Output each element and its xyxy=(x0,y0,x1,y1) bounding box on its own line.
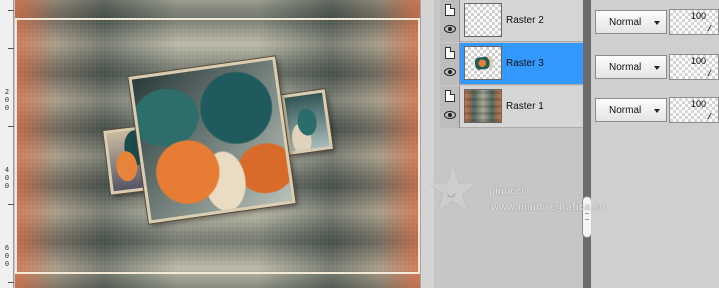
blend-mode-select[interactable]: Normal xyxy=(595,10,667,34)
page-icon[interactable] xyxy=(445,47,455,59)
main-leaves-frame xyxy=(128,56,296,224)
ruler-label: 0 xyxy=(4,182,10,190)
layer-name: Raster 1 xyxy=(506,101,544,112)
slider-mark-icon xyxy=(707,113,717,119)
opacity-value: 100 xyxy=(690,99,706,109)
blend-mode-select[interactable]: Normal xyxy=(595,98,667,122)
paint-editor: 2 0 0 4 0 0 6 0 0 Raster 2 Raster 3 Rast… xyxy=(0,0,719,288)
layer-row-raster-1[interactable]: Raster 1 xyxy=(440,86,583,128)
ruler-label: 0 xyxy=(4,104,10,112)
layer-properties-panel: Normal 100 Normal 100 Normal 100 xyxy=(591,0,719,288)
ruler-label: 4 xyxy=(4,166,10,174)
opacity-slider[interactable]: 100 xyxy=(669,9,719,35)
layer-row-raster-3[interactable]: Raster 3 xyxy=(440,43,583,85)
eye-icon[interactable] xyxy=(444,25,456,33)
blend-mode-value: Normal xyxy=(609,62,642,73)
layer-properties-row: Normal 100 xyxy=(591,96,719,130)
page-icon[interactable] xyxy=(445,90,455,102)
ruler-label: 0 xyxy=(4,96,10,104)
panel-splitter[interactable] xyxy=(420,0,434,288)
ruler-label: 6 xyxy=(4,244,10,252)
layer-icons xyxy=(440,43,460,85)
image-canvas[interactable] xyxy=(15,0,420,288)
opacity-slider[interactable]: 100 xyxy=(669,54,719,80)
layers-panel: Raster 2 Raster 3 Raster 1 xyxy=(434,0,583,288)
layer-thumbnail xyxy=(464,3,502,37)
ruler-tick xyxy=(8,48,14,49)
ruler-tick xyxy=(8,126,14,127)
ruler-tick xyxy=(8,282,14,283)
ruler-tick xyxy=(8,204,14,205)
ruler-label: 0 xyxy=(4,260,10,268)
chevron-down-icon xyxy=(654,66,660,70)
ruler-label: 0 xyxy=(4,174,10,182)
layer-icons xyxy=(440,0,460,42)
chevron-down-icon xyxy=(654,21,660,25)
blend-mode-value: Normal xyxy=(609,105,642,116)
layer-thumbnail xyxy=(464,46,502,80)
ruler-tick xyxy=(8,10,14,11)
layer-name: Raster 2 xyxy=(506,15,544,26)
layer-properties-row: Normal 100 xyxy=(591,53,719,87)
slider-mark-icon xyxy=(707,25,717,31)
page-icon[interactable] xyxy=(445,4,455,16)
ruler-label: 2 xyxy=(4,88,10,96)
layer-row-raster-2[interactable]: Raster 2 xyxy=(440,0,583,42)
eye-icon[interactable] xyxy=(444,68,456,76)
opacity-value: 100 xyxy=(690,56,706,66)
layer-properties-row: Normal 100 xyxy=(591,8,719,42)
eye-icon[interactable] xyxy=(444,111,456,119)
opacity-slider[interactable]: 100 xyxy=(669,97,719,123)
small-right-frame xyxy=(281,89,333,155)
layer-thumbnail xyxy=(464,89,502,123)
vertical-ruler: 2 0 0 4 0 0 6 0 0 xyxy=(0,0,14,288)
chevron-down-icon xyxy=(654,109,660,113)
ruler-label: 0 xyxy=(4,252,10,260)
opacity-value: 100 xyxy=(690,11,706,21)
layer-name: Raster 3 xyxy=(506,58,544,69)
properties-splitter[interactable] xyxy=(583,0,591,288)
blend-mode-value: Normal xyxy=(609,17,642,28)
blend-mode-select[interactable]: Normal xyxy=(595,55,667,79)
slider-mark-icon xyxy=(707,70,717,76)
layer-icons xyxy=(440,86,460,128)
